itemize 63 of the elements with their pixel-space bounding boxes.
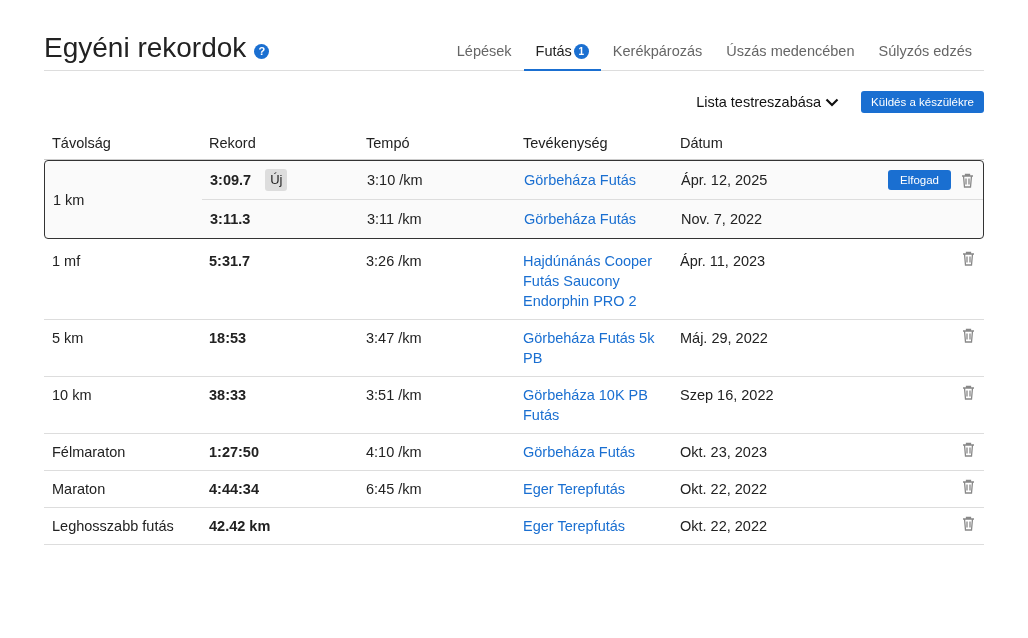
date-cell-text: Okt. 22, 2022 (679, 480, 769, 499)
date-cell-text: Okt. 22, 2022 (679, 517, 769, 536)
record-time: 4:44:34 (209, 480, 259, 499)
record-time: 42.42 km (209, 517, 271, 536)
activity-link[interactable]: Görbeháza Futás (516, 209, 660, 229)
distance-cell-text: 1 km (52, 190, 86, 210)
activity-link[interactable]: Eger Terepfutás (515, 516, 659, 536)
count-badge: 1 (573, 43, 589, 59)
distance-cell-text: 10 km (51, 386, 93, 405)
distance-cell-text: Félmaraton (51, 443, 127, 462)
record-time: 38:33 (209, 386, 247, 405)
date-cell-text: Ápr. 12, 2025 (680, 171, 769, 190)
activity-link[interactable]: Görbeháza Futás (515, 442, 659, 462)
accept-button[interactable]: Elfogad (888, 170, 951, 190)
pace-cell-text: 3:10 /km (366, 171, 424, 190)
trash-icon[interactable] (962, 516, 975, 531)
record-time: 3:11.3 (210, 210, 251, 229)
trash-icon[interactable] (962, 442, 975, 457)
customize-list-dropdown[interactable]: Lista testreszabása (696, 94, 840, 110)
pace-cell-text: 3:51 /km (365, 386, 423, 405)
help-icon[interactable]: ? (254, 43, 270, 59)
trash-icon[interactable] (962, 328, 975, 343)
new-badge: Új (265, 169, 288, 191)
trash-icon[interactable] (961, 172, 974, 188)
date-cell-text: Okt. 23, 2023 (679, 443, 769, 462)
page-title: Egyéni rekordok (44, 32, 247, 64)
tab[interactable]: Kerékpározás (600, 37, 715, 71)
column-header: Távolság (51, 135, 112, 151)
pace-cell-text: 3:47 /km (365, 329, 423, 348)
chevron-down-icon (825, 97, 840, 107)
distance-cell-text: Maraton (51, 480, 107, 499)
distance-cell-text: 1 mf (51, 252, 82, 271)
column-header: Rekord (208, 135, 257, 151)
column-header: Dátum (679, 135, 724, 151)
record-time: 1:27:50 (209, 443, 259, 462)
tab[interactable]: Lépések (444, 37, 524, 71)
activity-link[interactable]: Eger Terepfutás (515, 479, 659, 499)
record-time: 5:31.7 (209, 252, 251, 271)
record-time: 18:53 (209, 329, 247, 348)
trash-icon[interactable] (962, 479, 975, 494)
tab[interactable]: Súlyzós edzés (866, 37, 984, 71)
record-time: 3:09.7 (210, 171, 252, 190)
send-to-device-button[interactable]: Küldés a készülékre (861, 91, 984, 113)
trash-icon[interactable] (962, 385, 975, 400)
distance-cell-text: 5 km (51, 329, 85, 348)
date-cell-text: Szep 16, 2022 (679, 386, 775, 405)
pace-cell-text: 3:11 /km (366, 210, 423, 229)
tab[interactable]: Úszás medencében (714, 37, 867, 71)
activity-link[interactable]: Görbeháza 10K PB Futás (515, 385, 659, 425)
activity-link[interactable]: Görbeháza Futás (516, 170, 660, 190)
pace-cell-text: 6:45 /km (365, 480, 423, 499)
trash-icon[interactable] (962, 251, 975, 266)
activity-link[interactable]: Görbeháza Futás 5k PB (515, 328, 659, 368)
distance-cell-text: Leghosszabb futás (51, 517, 175, 536)
date-cell-text: Ápr. 11, 2023 (679, 252, 767, 271)
pace-cell-text: 3:26 /km (365, 252, 423, 271)
date-cell-text: Nov. 7, 2022 (680, 210, 764, 229)
tab[interactable]: Futás 1 (523, 37, 601, 71)
column-header: Tevékenység (522, 135, 609, 151)
column-header: Tempó (365, 135, 411, 151)
activity-link[interactable]: Hajdúnánás Cooper Futás Saucony Endorphin PRO 2 (515, 251, 659, 311)
date-cell-text: Máj. 29, 2022 (679, 329, 769, 348)
pace-cell-text: 4:10 /km (365, 443, 423, 462)
